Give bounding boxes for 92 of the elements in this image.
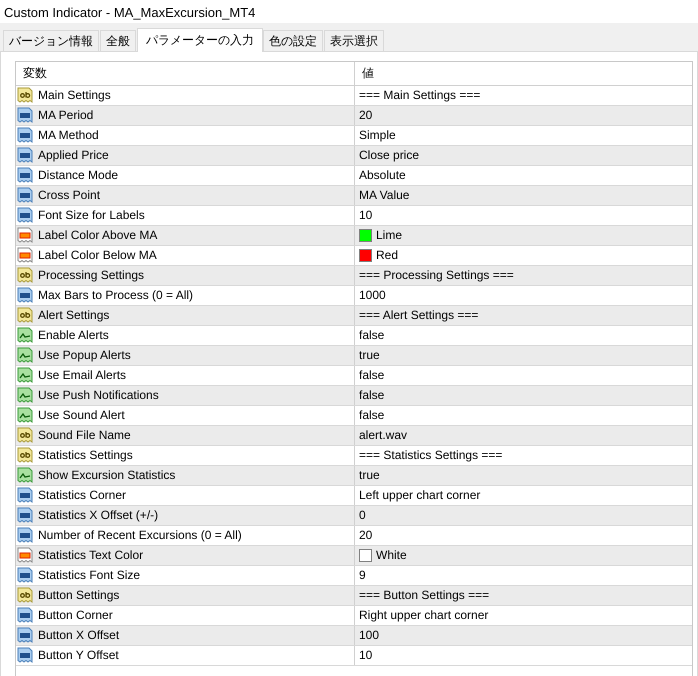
parameter-name: Enable Alerts [38, 327, 109, 344]
parameter-value[interactable]: Left upper chart corner [359, 486, 480, 504]
number-parameter-icon [17, 167, 33, 183]
boolean-parameter-icon [17, 347, 33, 363]
parameter-value[interactable]: 0 [359, 506, 366, 524]
text-parameter-icon [17, 267, 33, 283]
parameter-value[interactable]: false [359, 366, 384, 384]
boolean-parameter-icon [17, 327, 33, 343]
number-parameter-icon [17, 207, 33, 223]
parameter-value[interactable]: 20 [359, 106, 372, 124]
parameter-value[interactable]: false [359, 406, 384, 424]
column-header[interactable]: 値 [355, 62, 692, 84]
number-parameter-icon [17, 147, 33, 163]
parameter-name: Use Sound Alert [38, 407, 125, 424]
tab[interactable]: 表示選択 [324, 30, 384, 50]
parameter-name: Statistics Settings [38, 447, 133, 464]
boolean-parameter-icon [17, 367, 33, 383]
tab[interactable]: パラメーターの入力 [137, 28, 263, 52]
parameter-value[interactable]: false [359, 386, 384, 404]
boolean-parameter-icon [17, 387, 33, 403]
boolean-parameter-icon [17, 467, 33, 483]
parameter-value[interactable]: Simple [359, 126, 396, 144]
parameter-name: MA Method [38, 127, 99, 144]
parameter-value[interactable]: 10 [359, 206, 372, 224]
parameter-name: Show Excursion Statistics [38, 467, 176, 484]
parameter-value[interactable]: Absolute [359, 166, 406, 184]
number-parameter-icon [17, 187, 33, 203]
parameter-name: Number of Recent Excursions (0 = All) [38, 527, 242, 544]
parameter-value[interactable]: 100 [359, 626, 380, 644]
parameter-name: Statistics Corner [38, 487, 126, 504]
text-parameter-icon [17, 307, 33, 323]
parameter-name: Use Push Notifications [38, 387, 159, 404]
parameter-name: Main Settings [38, 87, 111, 104]
parameter-value[interactable]: Red [376, 246, 398, 264]
parameter-name: Use Popup Alerts [38, 347, 131, 364]
number-parameter-icon [17, 287, 33, 303]
parameter-value[interactable]: === Main Settings === [359, 86, 480, 104]
parameter-name: Button Corner [38, 607, 113, 624]
parameter-name: Use Email Alerts [38, 367, 126, 384]
parameter-value[interactable]: === Processing Settings === [359, 266, 514, 284]
boolean-parameter-icon [17, 407, 33, 423]
number-parameter-icon [17, 107, 33, 123]
parameter-value[interactable]: === Alert Settings === [359, 306, 478, 324]
parameter-name: Distance Mode [38, 167, 118, 184]
parameter-name: Processing Settings [38, 267, 144, 284]
parameter-value[interactable]: MA Value [359, 186, 410, 204]
parameter-value[interactable]: === Button Settings === [359, 586, 490, 604]
number-parameter-icon [17, 647, 33, 663]
number-parameter-icon [17, 507, 33, 523]
parameter-name: Button Settings [38, 587, 120, 604]
parameter-name: Statistics Text Color [38, 547, 144, 564]
number-parameter-icon [17, 627, 33, 643]
text-parameter-icon [17, 587, 33, 603]
parameter-name: Sound File Name [38, 427, 131, 444]
parameter-name: Max Bars to Process (0 = All) [38, 287, 194, 304]
parameter-value[interactable]: === Statistics Settings === [359, 446, 502, 464]
window-title: Custom Indicator - MA_MaxExcursion_MT4 [0, 0, 698, 22]
parameter-name: Label Color Below MA [38, 247, 157, 264]
parameter-value[interactable]: 20 [359, 526, 372, 544]
parameter-value[interactable]: 9 [359, 566, 366, 584]
parameter-name: Alert Settings [38, 307, 110, 324]
text-parameter-icon [17, 87, 33, 103]
column-header[interactable]: 変数 [16, 62, 355, 84]
parameter-name: Cross Point [38, 187, 100, 204]
parameter-name: Statistics X Offset (+/-) [38, 507, 158, 524]
parameter-name: Label Color Above MA [38, 227, 158, 244]
parameter-name: MA Period [38, 107, 94, 124]
number-parameter-icon [17, 127, 33, 143]
parameter-name: Button X Offset [38, 627, 120, 644]
text-parameter-icon [17, 427, 33, 443]
parameter-value[interactable]: true [359, 346, 380, 364]
parameter-name: Applied Price [38, 147, 109, 164]
parameter-name: Button Y Offset [38, 647, 119, 664]
parameter-name: Font Size for Labels [38, 207, 145, 224]
parameter-value[interactable]: true [359, 466, 380, 484]
parameter-value[interactable]: alert.wav [359, 426, 408, 444]
parameter-value[interactable]: 1000 [359, 286, 386, 304]
tab[interactable]: 色の設定 [263, 30, 323, 50]
tab[interactable]: バージョン情報 [3, 30, 99, 50]
parameter-name: Statistics Font Size [38, 567, 140, 584]
tab[interactable]: 全般 [100, 30, 136, 50]
parameter-value[interactable]: White [376, 546, 407, 564]
number-parameter-icon [17, 487, 33, 503]
text-parameter-icon [17, 447, 33, 463]
number-parameter-icon [17, 567, 33, 583]
parameter-value[interactable]: Lime [376, 226, 402, 244]
parameter-value[interactable]: Right upper chart corner [359, 606, 488, 624]
parameter-value[interactable]: Close price [359, 146, 420, 164]
parameter-value[interactable]: 10 [359, 646, 372, 664]
parameter-value[interactable]: false [359, 326, 384, 344]
number-parameter-icon [17, 527, 33, 543]
number-parameter-icon [17, 607, 33, 623]
